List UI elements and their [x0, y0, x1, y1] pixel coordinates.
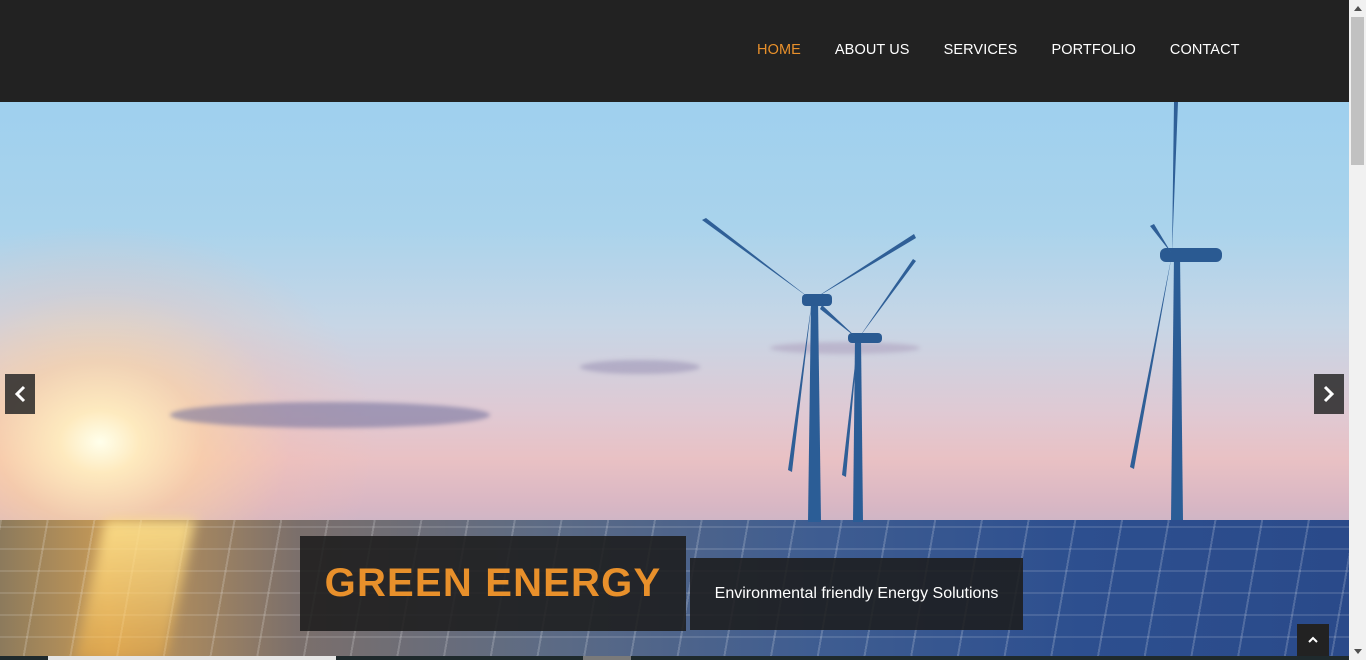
hero-title: GREEN ENERGY: [324, 561, 662, 605]
hero-subtitle-box: Environmental friendly Energy Solutions: [690, 558, 1023, 630]
hero-subtitle: Environmental friendly Energy Solutions: [714, 585, 999, 602]
nav-item-about-us: ABOUT US: [818, 41, 927, 59]
next-section-strip: [0, 656, 1349, 660]
chevron-right-icon: [1323, 385, 1335, 403]
carousel-prev-button[interactable]: [5, 374, 35, 414]
hero-title-box: GREEN ENERGY: [300, 536, 686, 631]
triangle-down-icon: [1353, 649, 1362, 654]
chevron-up-icon: [1308, 636, 1318, 643]
nav-link-home[interactable]: HOME: [740, 41, 818, 59]
nav-item-services: SERVICES: [927, 41, 1035, 59]
hero-cloud: [580, 360, 700, 374]
nav-item-contact: CONTACT: [1153, 41, 1257, 59]
scroll-up-arrow[interactable]: [1349, 0, 1366, 17]
nav-link-portfolio[interactable]: PORTFOLIO: [1034, 41, 1152, 59]
wind-turbine-icon: [820, 259, 916, 522]
nav-item-portfolio: PORTFOLIO: [1034, 41, 1152, 59]
nav-item-home: HOME: [740, 41, 818, 59]
triangle-up-icon: [1353, 6, 1362, 11]
page-scrollbar[interactable]: [1349, 0, 1366, 660]
page: HOME ABOUT US SERVICES PORTFOLIO CONTACT: [0, 0, 1349, 660]
main-nav: HOME ABOUT US SERVICES PORTFOLIO CONTACT: [740, 41, 1257, 59]
strip-segment: [583, 656, 631, 660]
scrollbar-thumb[interactable]: [1351, 17, 1364, 165]
nav-link-services[interactable]: SERVICES: [927, 41, 1035, 59]
hero-cloud: [170, 402, 490, 428]
carousel-next-button[interactable]: [1314, 374, 1344, 414]
scroll-down-arrow[interactable]: [1349, 643, 1366, 660]
back-to-top-button[interactable]: [1297, 624, 1329, 656]
chevron-left-icon: [14, 385, 26, 403]
top-navbar: HOME ABOUT US SERVICES PORTFOLIO CONTACT: [0, 0, 1349, 102]
nav-link-about-us[interactable]: ABOUT US: [818, 41, 927, 59]
nav-link-contact[interactable]: CONTACT: [1153, 41, 1257, 59]
strip-segment: [48, 656, 336, 660]
wind-turbine-icon: [1130, 102, 1222, 520]
